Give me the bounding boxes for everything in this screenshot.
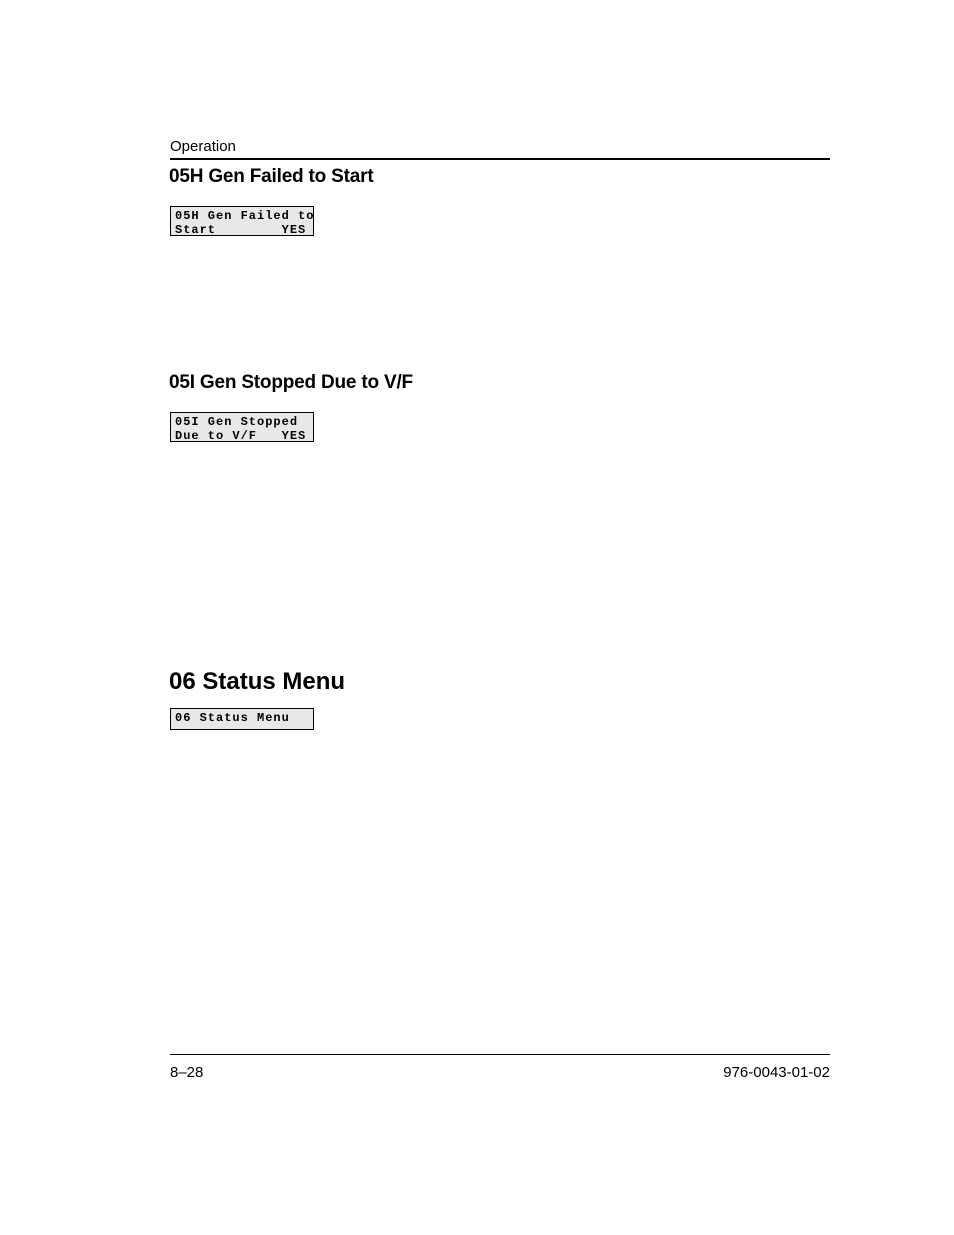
page: Operation 05H Gen Failed to Start 05H Ge… (0, 0, 954, 1235)
lcd-line: 05I Gen Stopped (175, 415, 298, 429)
lcd-line: 06 Status Menu (175, 711, 290, 725)
lcd-display-05i: 05I Gen Stopped Due to V/F YES (170, 412, 314, 442)
footer-rule (170, 1054, 830, 1055)
header-rule (170, 158, 830, 160)
document-number: 976-0043-01-02 (723, 1064, 830, 1081)
lcd-display-05h: 05H Gen Failed to Start YES (170, 206, 314, 236)
lcd-line: Start YES (175, 223, 306, 237)
heading-05i: 05I Gen Stopped Due to V/F (169, 372, 413, 394)
lcd-line: Due to V/F YES (175, 429, 306, 443)
heading-06: 06 Status Menu (169, 668, 345, 696)
page-number: 8–28 (170, 1064, 203, 1081)
heading-05h: 05H Gen Failed to Start (169, 166, 373, 188)
lcd-display-06: 06 Status Menu (170, 708, 314, 730)
running-header: Operation (170, 138, 236, 155)
lcd-line: 05H Gen Failed to (175, 209, 314, 223)
